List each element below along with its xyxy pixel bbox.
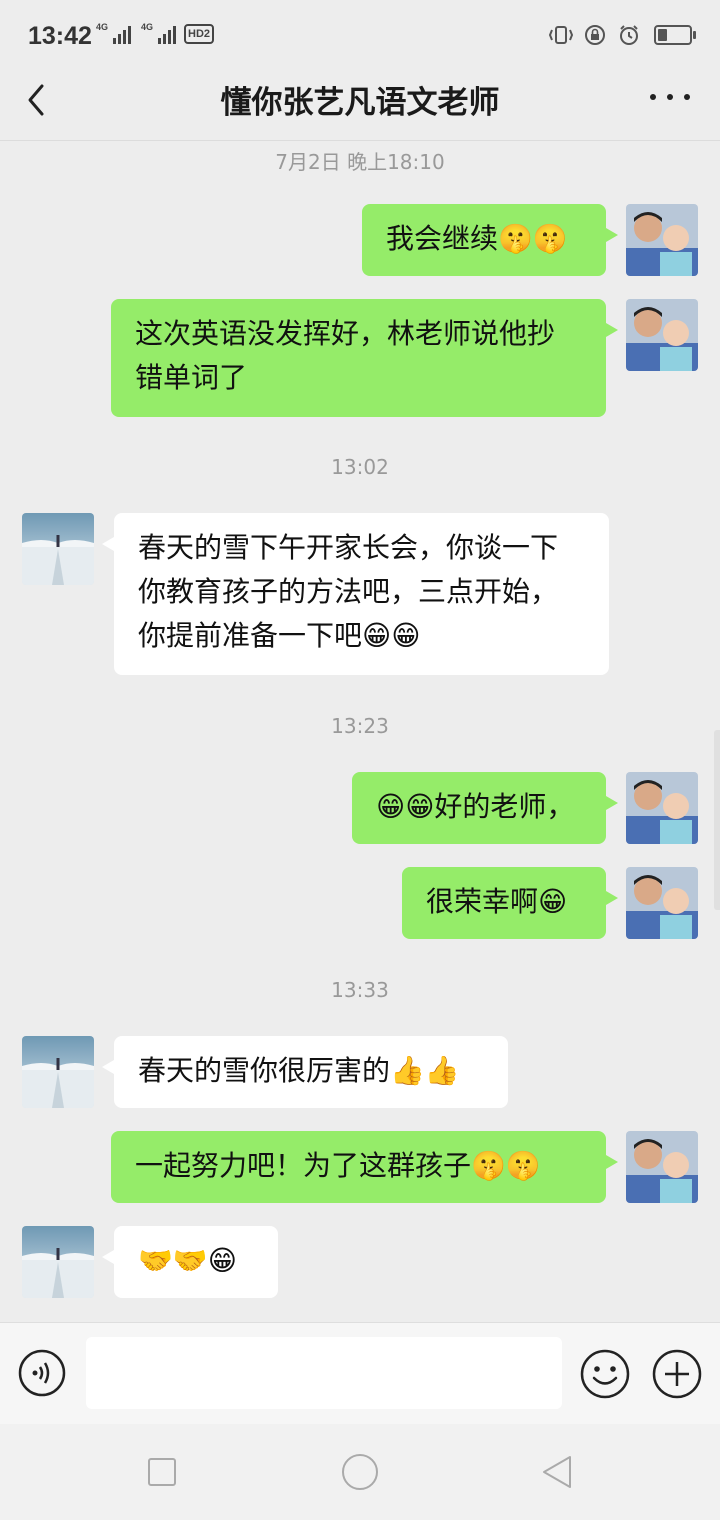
network-type-2: 4G — [141, 22, 154, 32]
contact-message-bubble[interactable]: 🤝🤝😁 — [102, 1226, 278, 1298]
alarm-icon — [616, 24, 642, 46]
signal-icon — [113, 22, 132, 44]
contact-avatar[interactable] — [22, 1036, 94, 1108]
signal-icon — [158, 22, 177, 44]
hd-badge: HD2 — [184, 24, 215, 44]
my-message-bubble[interactable]: 一起努力吧！为了这群孩子🤫🤫 — [111, 1131, 618, 1203]
status-right-icons — [548, 24, 696, 46]
battery-icon — [654, 25, 696, 45]
voice-icon[interactable] — [18, 1349, 66, 1397]
message-input[interactable] — [86, 1337, 562, 1409]
my-message-bubble[interactable]: 这次英语没发挥好，林老师说他抄错单词了 — [111, 299, 618, 417]
contact-avatar[interactable] — [22, 1226, 94, 1298]
input-bar — [0, 1322, 720, 1425]
my-avatar[interactable] — [626, 867, 698, 939]
my-message-bubble[interactable]: 😁😁好的老师， — [352, 772, 618, 844]
my-avatar[interactable] — [626, 204, 698, 276]
timestamp: 7月2日 晚上18:10 — [275, 150, 445, 174]
back-button[interactable] — [540, 1454, 574, 1490]
system-nav-bar — [0, 1424, 720, 1520]
my-avatar[interactable] — [626, 772, 698, 844]
timestamp: 13:02 — [331, 455, 389, 479]
timestamp: 13:23 — [331, 714, 389, 738]
home-button[interactable] — [342, 1454, 378, 1490]
network-type-1: 4G — [96, 22, 109, 32]
emoji-icon[interactable] — [580, 1349, 630, 1399]
chat-header: 懂你张艺凡语文老师 — [0, 60, 720, 141]
recents-button[interactable] — [148, 1458, 176, 1486]
battery-fill — [658, 29, 667, 41]
my-avatar[interactable] — [626, 1131, 698, 1203]
vibrate-icon — [548, 24, 574, 46]
plus-icon[interactable] — [652, 1349, 702, 1399]
contact-message-bubble[interactable]: 春天的雪你很厉害的👍👍 — [102, 1036, 508, 1108]
more-dots-icon[interactable] — [650, 90, 690, 104]
my-avatar[interactable] — [626, 299, 698, 371]
status-time: 13:42 — [28, 22, 92, 50]
timestamp: 13:33 — [331, 978, 389, 1002]
rotation-lock-icon — [582, 24, 608, 46]
my-message-bubble[interactable]: 很荣幸啊😁 — [402, 867, 618, 939]
chat-title: 懂你张艺凡语文老师 — [220, 85, 500, 121]
scrollbar[interactable] — [714, 730, 720, 910]
contact-message-bubble[interactable]: 春天的雪下午开家长会，你谈一下你教育孩子的方法吧，三点开始，你提前准备一下吧😁😁 — [102, 513, 609, 675]
my-message-bubble[interactable]: 我会继续🤫🤫 — [362, 204, 618, 276]
network-indicators: 4G 4G HD2 — [96, 22, 215, 44]
contact-avatar[interactable] — [22, 513, 94, 585]
